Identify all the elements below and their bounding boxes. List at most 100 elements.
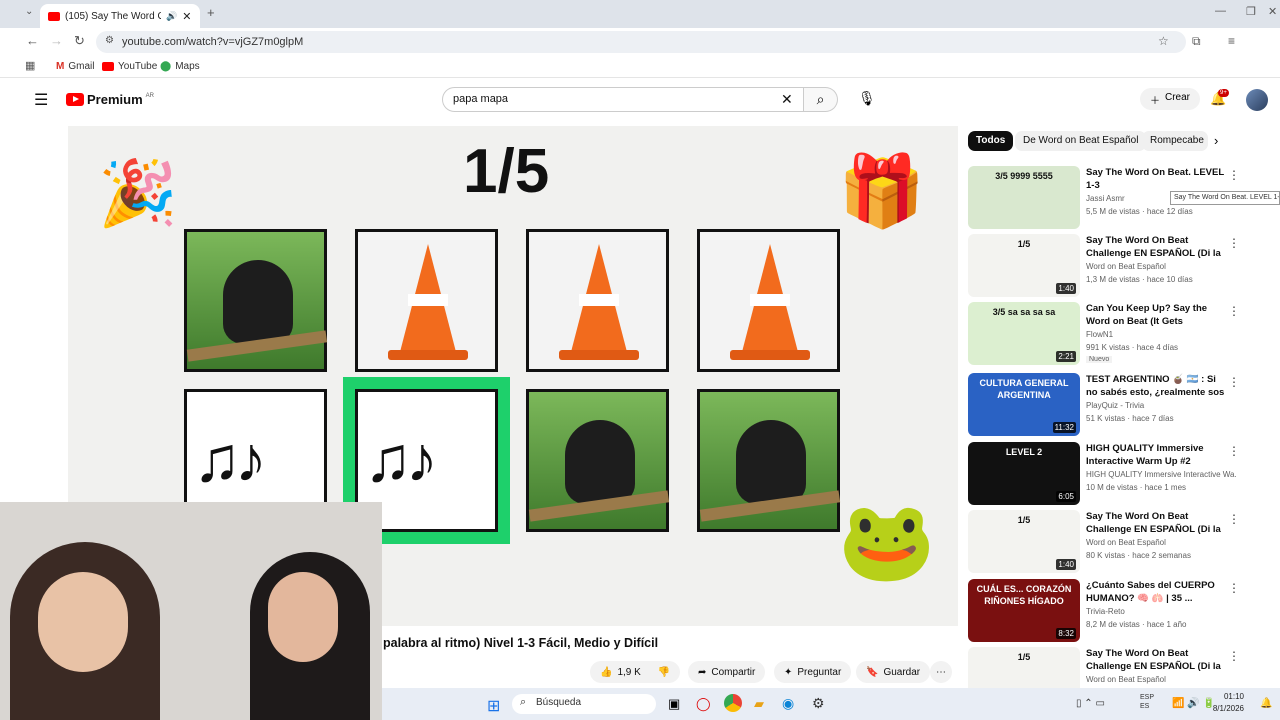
- clock-date[interactable]: 8/1/2026: [1206, 704, 1244, 713]
- search-input[interactable]: papa mapa ✕: [442, 87, 804, 112]
- youtube-logo[interactable]: Premium AR: [66, 92, 154, 107]
- more-vert-icon[interactable]: ⋮: [1228, 168, 1240, 182]
- view-meta: 991 K vistas · hace 4 días: [1086, 343, 1179, 352]
- more-vert-icon[interactable]: ⋮: [1228, 236, 1240, 250]
- video-thumbnail[interactable]: 3/5 9999 5555: [968, 166, 1080, 229]
- account-avatar[interactable]: [1246, 89, 1268, 111]
- video-title-link[interactable]: Say The Word On Beat Challenge EN ESPAÑO…: [1086, 647, 1226, 674]
- thumbnail-text: 1/5: [1017, 652, 1031, 662]
- close-tab-icon[interactable]: ✕: [182, 10, 191, 23]
- maximize-icon[interactable]: ❐: [1246, 5, 1256, 18]
- recommendation-item[interactable]: CULTURA GENERAL ARGENTINA 11:32 TEST ARGEN…: [968, 373, 1268, 437]
- edge-icon[interactable]: ◉: [782, 695, 794, 712]
- file-explorer-icon[interactable]: ▰: [754, 696, 764, 712]
- chrome-taskbar-icon[interactable]: [724, 694, 742, 712]
- video-title-link[interactable]: TEST ARGENTINO 🧉 🇦🇷 : Si no sabés esto, …: [1086, 373, 1226, 400]
- recommendation-item[interactable]: CUÁL ES... CORAZÓN RIÑONES HÍGADO 8:32 ¿Cu…: [968, 579, 1268, 643]
- reload-icon[interactable]: ↻: [74, 33, 85, 49]
- channel-name[interactable]: FlowN1: [1086, 330, 1236, 339]
- forward-icon[interactable]: →: [50, 33, 63, 48]
- recommendation-item[interactable]: 1/5 1:40 Say The Word On Beat Challenge EN…: [968, 234, 1268, 298]
- channel-name[interactable]: PlayQuiz - Trivia: [1086, 401, 1236, 410]
- recommendation-item[interactable]: LEVEL 2 6:05 HIGH QUALITY Immersive Intera…: [968, 442, 1268, 506]
- apps-grid-icon[interactable]: ▦: [25, 59, 35, 72]
- video-thumbnail[interactable]: LEVEL 2 6:05: [968, 442, 1080, 505]
- video-title-link[interactable]: Can You Keep Up? Say the Word on Beat (I…: [1086, 302, 1226, 329]
- maps-pin-icon: ⬤: [160, 61, 172, 72]
- clock-time[interactable]: 01:10: [1220, 692, 1244, 701]
- bookmark-star-icon[interactable]: ☆: [1158, 34, 1169, 48]
- speaker-icon[interactable]: 🔊: [166, 11, 177, 22]
- video-thumbnail[interactable]: CULTURA GENERAL ARGENTINA 11:32: [968, 373, 1080, 436]
- notification-badge: 9+: [1218, 89, 1229, 97]
- like-button[interactable]: 👍 1,9 K 👎: [590, 661, 681, 683]
- close-window-icon[interactable]: ✕: [1268, 5, 1277, 18]
- browser-tab[interactable]: (105) Say The Word On Be... 🔊 ✕: [40, 4, 200, 28]
- back-icon[interactable]: ←: [26, 33, 39, 48]
- channel-name[interactable]: Word on Beat Español: [1086, 675, 1236, 684]
- video-thumbnail[interactable]: 1/5 1:40: [968, 510, 1080, 573]
- share-button[interactable]: ➦ Compartir: [688, 661, 766, 683]
- recommendation-item[interactable]: 1/5 1:40 Say The Word On Beat Challenge EN…: [968, 510, 1268, 574]
- more-vert-icon[interactable]: ⋮: [1228, 581, 1240, 595]
- video-thumbnail[interactable]: 1/5 1:40: [968, 234, 1080, 297]
- notification-center-icon[interactable]: 🔔: [1260, 698, 1272, 709]
- bookmark-gmail[interactable]: M Gmail: [56, 61, 94, 72]
- voice-search-icon[interactable]: 🎙: [858, 90, 876, 107]
- view-meta: 80 K vistas · hace 2 semanas: [1086, 551, 1191, 560]
- video-title: palabra al ritmo) Nivel 1-3 Fácil, Medio…: [383, 636, 659, 650]
- search-button[interactable]: ⌕: [804, 87, 838, 112]
- chip-channel[interactable]: De Word on Beat Español: [1015, 131, 1147, 151]
- more-vert-icon[interactable]: ⋮: [1228, 304, 1240, 318]
- extensions-icon[interactable]: ⧉: [1192, 34, 1201, 49]
- video-title-link[interactable]: Say The Word On Beat. LEVEL 1-3: [1086, 166, 1226, 192]
- menu-icon[interactable]: ☰: [34, 90, 48, 110]
- system-tray-icons[interactable]: ▯ ⌃ ▭: [1076, 698, 1105, 709]
- more-vert-icon[interactable]: ⋮: [1228, 649, 1240, 663]
- url-field[interactable]: ⚙ youtube.com/watch?v=vjGZ7m0glpM: [96, 31, 1186, 53]
- app-icon[interactable]: ⚙: [812, 695, 825, 712]
- music-note-icon: ♫♪: [193, 423, 267, 495]
- tab-search-icon[interactable]: ⌄: [25, 6, 33, 17]
- more-vert-icon[interactable]: ⋮: [1228, 375, 1240, 389]
- video-thumbnail[interactable]: 3/5 sa sa sa sa 2:21: [968, 302, 1080, 365]
- language-indicator[interactable]: ESP ES: [1140, 693, 1164, 711]
- bookmark-maps[interactable]: ⬤ Maps: [160, 61, 200, 72]
- save-button[interactable]: 🔖 Guardar: [856, 661, 931, 683]
- create-button[interactable]: ＋ Crear: [1140, 88, 1201, 110]
- url-text: youtube.com/watch?v=vjGZ7m0glpM: [122, 36, 304, 48]
- duration-badge: 2:21: [1056, 351, 1076, 362]
- channel-name[interactable]: Word on Beat Español: [1086, 262, 1236, 271]
- site-info-icon[interactable]: ⚙: [105, 35, 114, 46]
- round-counter: 1/5: [463, 137, 550, 206]
- chip-all[interactable]: Todos: [968, 131, 1014, 151]
- bookmark-youtube[interactable]: YouTube: [102, 61, 157, 72]
- chip-puzzle[interactable]: Rompecabe: [1142, 131, 1208, 151]
- task-view-icon[interactable]: ▣: [668, 696, 680, 712]
- taskbar-search[interactable]: ⌕ Búsqueda: [512, 694, 656, 714]
- new-tab-icon[interactable]: +: [207, 5, 215, 20]
- duration-badge: 1:40: [1056, 283, 1076, 294]
- more-actions-button[interactable]: ⋯: [930, 661, 952, 683]
- channel-name[interactable]: Trivia-Reto: [1086, 607, 1236, 616]
- clear-search-icon[interactable]: ✕: [781, 91, 793, 108]
- video-title-link[interactable]: Say The Word On Beat Challenge EN ESPAÑO…: [1086, 510, 1226, 537]
- minimize-icon[interactable]: —: [1215, 5, 1226, 17]
- media-icon[interactable]: ≡: [1228, 34, 1235, 48]
- chevron-right-icon[interactable]: ›: [1214, 133, 1218, 148]
- opera-icon[interactable]: ◯: [696, 696, 711, 712]
- video-title-link[interactable]: HIGH QUALITY Immersive Interactive Warm …: [1086, 442, 1226, 468]
- video-thumbnail[interactable]: CUÁL ES... CORAZÓN RIÑONES HÍGADO 8:32: [968, 579, 1080, 642]
- bookmark-label: YouTube: [118, 61, 158, 72]
- address-bar-row: ← → ↻ ⚙ youtube.com/watch?v=vjGZ7m0glpM …: [0, 28, 1280, 77]
- ask-button[interactable]: ✦ Preguntar: [774, 661, 852, 683]
- channel-name[interactable]: Word on Beat Español: [1086, 538, 1236, 547]
- more-vert-icon[interactable]: ⋮: [1228, 444, 1240, 458]
- thumbs-down-icon[interactable]: 👎: [658, 667, 670, 678]
- video-title-link[interactable]: Say The Word On Beat Challenge EN ESPAÑO…: [1086, 234, 1226, 261]
- video-title-link[interactable]: ¿Cuánto Sabes del CUERPO HUMANO? 🧠 🫁 | 3…: [1086, 579, 1226, 605]
- recommendation-item[interactable]: 3/5 sa sa sa sa 2:21 Can You Keep Up? Say …: [968, 302, 1268, 366]
- channel-name[interactable]: HIGH QUALITY Immersive Interactive Wa...: [1086, 470, 1236, 479]
- more-vert-icon[interactable]: ⋮: [1228, 512, 1240, 526]
- windows-start-icon[interactable]: ⊞: [487, 696, 500, 716]
